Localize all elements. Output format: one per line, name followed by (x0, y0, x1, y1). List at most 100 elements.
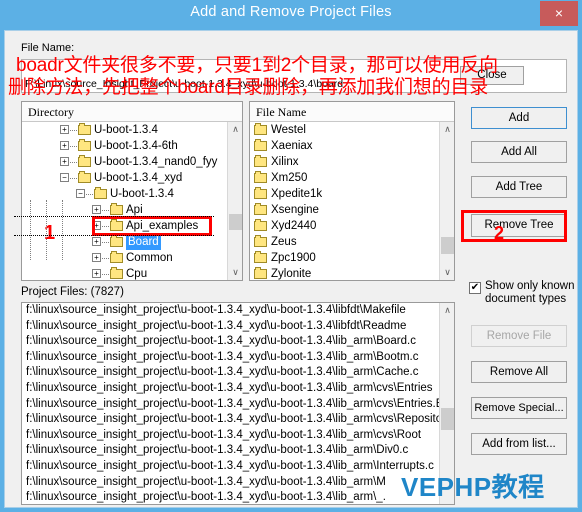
file-list-item[interactable]: Xsengine (250, 202, 439, 218)
directory-tree-row-label: Cpu (126, 268, 148, 280)
tree-connector (70, 178, 77, 180)
project-file-row[interactable]: f:\linux\source_insight_project\u-boot-1… (22, 459, 439, 475)
directory-tree-row-label: U-boot-1.3.4_nand0_fyy (94, 156, 218, 168)
add-button-label: Add (508, 112, 530, 124)
directory-tree-row[interactable]: + Board (22, 234, 227, 250)
tree-expand-icon[interactable]: + (92, 269, 101, 278)
file-list-item[interactable]: Zylonite (250, 266, 439, 280)
project-file-row[interactable]: f:\linux\source_insight_project\u-boot-1… (22, 443, 439, 459)
folder-icon (254, 267, 267, 279)
project-file-row[interactable]: f:\linux\source_insight_project\u-boot-1… (22, 350, 439, 366)
directory-tree-row-label: Api_examples (126, 220, 199, 232)
directory-tree-row-label: Common (126, 252, 173, 264)
tree-collapse-icon[interactable]: − (60, 173, 69, 182)
project-file-row[interactable]: f:\linux\source_insight_project\u-boot-1… (22, 428, 439, 444)
project-file-row[interactable]: f:\linux\source_insight_project\u-boot-1… (22, 365, 439, 381)
file-list-item-label: Xsengine (271, 204, 319, 216)
folder-icon (110, 235, 123, 247)
file-list-item-label: Zylonite (271, 268, 312, 280)
tree-connector (86, 194, 93, 196)
file-list-item[interactable]: Xm250 (250, 170, 439, 186)
project-file-row[interactable]: f:\linux\source_insight_project\u-boot-1… (22, 381, 439, 397)
tree-connector (70, 162, 77, 164)
directory-tree-row[interactable]: + U-boot-1.3.4 (22, 122, 227, 138)
directory-tree-row[interactable]: + Api_examples (22, 218, 227, 234)
tree-expand-icon[interactable]: + (60, 141, 69, 150)
directory-tree-row[interactable]: − U-boot-1.3.4_xyd (22, 170, 227, 186)
project-file-row[interactable]: f:\linux\source_insight_project\u-boot-1… (22, 490, 439, 504)
file-list-item-label: Westel (271, 124, 306, 136)
add-button[interactable]: Add (471, 107, 567, 129)
project-file-row[interactable]: f:\linux\source_insight_project\u-boot-1… (22, 412, 439, 428)
remove-all-button-label: Remove All (489, 366, 549, 378)
tree-expand-icon[interactable]: + (60, 157, 69, 166)
project-files-scroll-thumb[interactable] (441, 408, 454, 430)
directory-scroll-down-icon[interactable]: ∨ (228, 265, 243, 280)
file-scroll-down-icon[interactable]: ∨ (440, 265, 455, 280)
tree-connector (102, 258, 109, 260)
folder-icon (254, 203, 267, 215)
directory-scrollbar[interactable]: ∧ ∨ (227, 122, 242, 280)
file-list-item[interactable]: Xpedite1k (250, 186, 439, 202)
tree-collapse-icon[interactable]: − (76, 189, 85, 198)
add-from-list-button[interactable]: Add from list... (471, 433, 567, 455)
file-list-item-label: Xyd2440 (271, 220, 317, 232)
remove-tree-button[interactable]: Remove Tree (471, 214, 567, 237)
file-scrollbar[interactable]: ∧ ∨ (439, 122, 454, 280)
remove-special-button[interactable]: Remove Special... (471, 397, 567, 419)
directory-pane-header: Directory (22, 102, 242, 122)
directory-tree-row[interactable]: + Common (22, 250, 227, 266)
project-files-list[interactable]: f:\linux\source_insight_project\u-boot-1… (21, 302, 455, 505)
folder-icon (110, 251, 123, 263)
file-scroll-up-icon[interactable]: ∧ (440, 122, 455, 137)
directory-tree-row[interactable]: − U-boot-1.3.4 (22, 186, 227, 202)
add-tree-button[interactable]: Add Tree (471, 176, 567, 198)
project-file-row[interactable]: f:\linux\source_insight_project\u-boot-1… (22, 319, 439, 335)
remove-tree-button-label: Remove Tree (484, 219, 554, 231)
project-files-rows[interactable]: f:\linux\source_insight_project\u-boot-1… (22, 303, 439, 504)
file-list-item[interactable]: Zeus (250, 234, 439, 250)
dialog-window: Add and Remove Project Files × File Name… (0, 0, 582, 512)
tree-expand-icon[interactable]: + (60, 125, 69, 134)
file-list[interactable]: Westel Xaeniax Xilinx Xm250 Xpedite1k Xsengin… (250, 122, 439, 280)
remove-file-button-label: Remove File (486, 330, 552, 342)
tree-expand-icon[interactable]: + (92, 221, 101, 230)
directory-tree-row[interactable]: + Api (22, 202, 227, 218)
add-all-button[interactable]: Add All (471, 141, 567, 163)
project-files-scroll-up-icon[interactable]: ∧ (440, 303, 455, 318)
close-button-label: Close (477, 69, 507, 81)
directory-tree-row[interactable]: + U-boot-1.3.4-6th (22, 138, 227, 154)
tree-expand-icon[interactable]: + (92, 253, 101, 262)
file-list-item-label: Zpc1900 (271, 252, 316, 264)
project-file-row[interactable]: f:\linux\source_insight_project\u-boot-1… (22, 303, 439, 319)
directory-tree-row[interactable]: + Cpu (22, 266, 227, 280)
show-known-types-checkbox[interactable]: ✔ (469, 282, 481, 294)
file-scroll-thumb[interactable] (441, 237, 454, 254)
directory-tree-row[interactable]: + U-boot-1.3.4_nand0_fyy (22, 154, 227, 170)
file-list-item[interactable]: Xilinx (250, 154, 439, 170)
close-window-button[interactable]: × (540, 1, 578, 26)
file-list-item[interactable]: Zpc1900 (250, 250, 439, 266)
remove-all-button[interactable]: Remove All (471, 361, 567, 383)
add-tree-button-label: Add Tree (495, 181, 543, 193)
close-button[interactable]: Close (460, 66, 524, 85)
project-file-row[interactable]: f:\linux\source_insight_project\u-boot-1… (22, 397, 439, 413)
file-list-item[interactable]: Westel (250, 122, 439, 138)
directory-tree-row-label: Api (126, 204, 143, 216)
directory-pane: Directory + U-boot-1.3.4 + U-boot-1.3.4-6th… (21, 101, 243, 281)
tree-expand-icon[interactable]: + (92, 205, 101, 214)
file-list-item-label: Xaeniax (271, 140, 313, 152)
directory-tree[interactable]: + U-boot-1.3.4 + U-boot-1.3.4-6th + U-boot-1.… (22, 122, 227, 280)
directory-tree-row-label: U-boot-1.3.4_xyd (94, 172, 183, 184)
file-list-item[interactable]: Xaeniax (250, 138, 439, 154)
remove-file-button[interactable]: Remove File (471, 325, 567, 347)
folder-icon (110, 203, 123, 215)
tree-expand-icon[interactable]: + (92, 237, 101, 246)
project-file-row[interactable]: f:\linux\source_insight_project\u-boot-1… (22, 475, 439, 491)
folder-icon (254, 123, 267, 135)
directory-scroll-up-icon[interactable]: ∧ (228, 122, 243, 137)
project-file-row[interactable]: f:\linux\source_insight_project\u-boot-1… (22, 334, 439, 350)
file-list-item[interactable]: Xyd2440 (250, 218, 439, 234)
tree-connector (102, 226, 109, 228)
directory-scroll-thumb[interactable] (229, 214, 242, 230)
